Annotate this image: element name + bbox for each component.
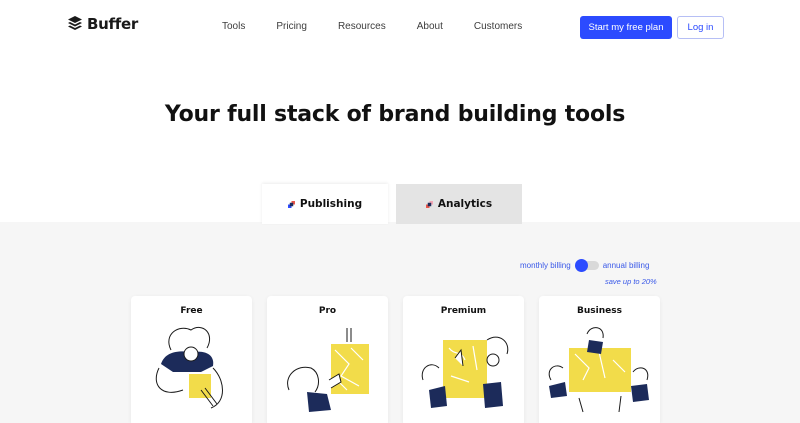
nav-link-customers[interactable]: Customers — [474, 21, 522, 32]
login-button[interactable]: Log in — [677, 16, 724, 39]
top-navigation: Buffer Tools Pricing Resources About Cus… — [0, 0, 800, 56]
pricing-section — [0, 222, 800, 423]
logo-text: Buffer — [87, 15, 138, 33]
free-plan-illustration — [155, 326, 223, 409]
pro-plan-illustration — [287, 328, 369, 412]
start-free-plan-button[interactable]: Start my free plan — [580, 16, 672, 39]
nav-links: Tools Pricing Resources About Customers — [222, 21, 553, 32]
plan-card-pro[interactable]: Pro — [267, 296, 388, 423]
nav-link-about[interactable]: About — [417, 21, 443, 32]
tab-publishing-label: Publishing — [299, 198, 363, 210]
business-plan-illustration — [548, 327, 649, 413]
plan-name: Business — [577, 306, 622, 316]
nav-link-resources[interactable]: Resources — [338, 21, 386, 32]
buffer-stack-icon — [68, 16, 82, 30]
tab-analytics[interactable]: Analytics — [396, 184, 522, 224]
billing-toggle-group: monthly billing annual billing — [520, 259, 649, 272]
plan-card-free[interactable]: Free — [131, 296, 252, 423]
plan-card-premium[interactable]: Premium — [403, 296, 524, 423]
nav-link-pricing[interactable]: Pricing — [276, 21, 307, 32]
save-note: save up to 20% — [605, 277, 657, 286]
plan-name: Pro — [318, 306, 337, 316]
toggle-knob — [574, 259, 588, 272]
nav-link-tools[interactable]: Tools — [222, 21, 245, 32]
annual-billing-label[interactable]: annual billing — [603, 261, 650, 270]
publishing-icon — [287, 200, 295, 208]
page-title: Your full stack of brand building tools — [164, 102, 626, 127]
plan-name: Free — [180, 306, 203, 316]
analytics-icon — [425, 200, 433, 208]
monthly-billing-label[interactable]: monthly billing — [520, 261, 571, 270]
tab-analytics-label: Analytics — [437, 198, 493, 210]
plan-card-business[interactable]: Business — [539, 296, 660, 423]
premium-plan-illustration — [421, 336, 509, 408]
billing-toggle[interactable] — [574, 259, 599, 272]
plan-name: Premium — [440, 306, 487, 316]
tab-publishing[interactable]: Publishing — [262, 184, 388, 224]
buffer-logo[interactable]: Buffer — [68, 15, 138, 33]
